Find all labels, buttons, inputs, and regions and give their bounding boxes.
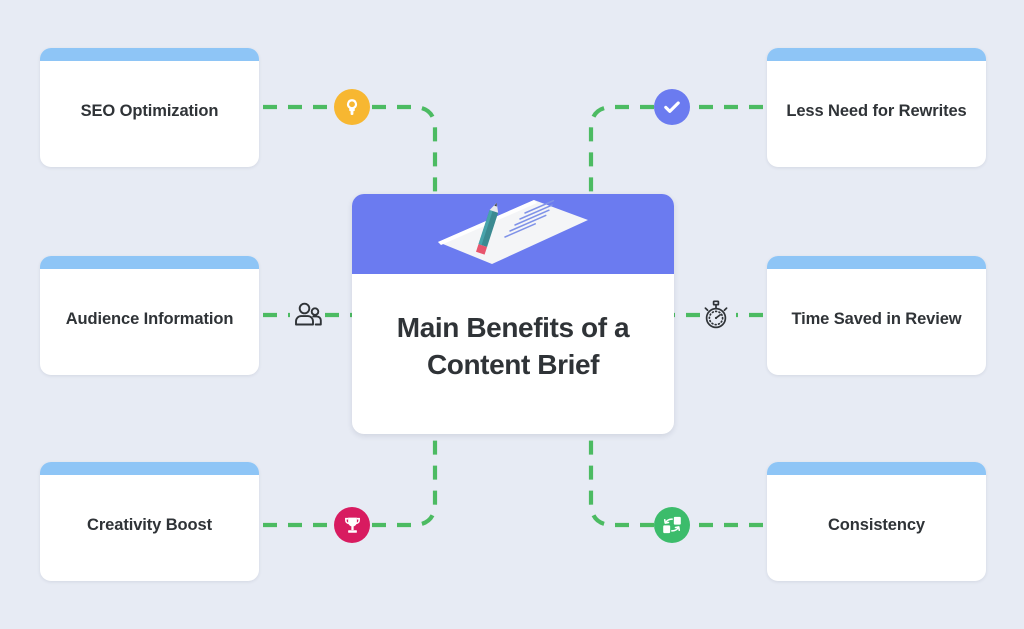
card-accent-strip [767,48,986,61]
connector-less-need-for-rewrites-tail [588,104,654,196]
branch-card-label: Creativity Boost [87,515,212,534]
trophy-glyph [344,517,360,533]
sync-documents-glyph [663,516,681,534]
sync-documents-icon[interactable] [654,507,690,543]
connector-seo-optimization-tail [372,104,438,196]
connector-consistency-tail [588,434,654,528]
lightbulb-icon[interactable] [334,89,370,125]
card-accent-strip [40,48,259,61]
center-card-hero [352,194,674,274]
people-glyph [295,302,322,326]
mindmap-canvas: SEO Optimization Audience Information Cr… [0,0,1024,629]
trophy-icon[interactable] [334,507,370,543]
center-card[interactable]: Main Benefits of a Content Brief [352,194,674,434]
lightbulb-glyph [346,99,358,115]
people-icon[interactable] [290,297,326,333]
stopwatch-glyph [704,300,728,329]
check-glyph [664,101,680,113]
branch-card-label: Audience Information [65,309,234,328]
branch-card-label: Time Saved in Review [791,309,962,328]
center-card-title: Main Benefits of a Content Brief [396,312,630,380]
connector-creativity-boost-tail [372,434,438,528]
branch-card-audience-information[interactable]: Audience Information [40,256,259,375]
card-accent-strip [767,462,986,475]
card-accent-strip [767,256,986,269]
branch-card-consistency[interactable]: Consistency [767,462,986,581]
paper-and-pencil-icon [438,199,588,264]
card-accent-strip [40,256,259,269]
branch-card-time-saved-in-review[interactable]: Time Saved in Review [767,256,986,375]
stopwatch-icon[interactable] [698,297,734,333]
branch-card-less-need-for-rewrites[interactable]: Less Need for Rewrites [767,48,986,167]
check-circle-icon[interactable] [654,89,690,125]
card-accent-strip [40,462,259,475]
branch-card-creativity-boost[interactable]: Creativity Boost [40,462,259,581]
branch-card-label: SEO Optimization [80,101,219,120]
branch-card-seo-optimization[interactable]: SEO Optimization [40,48,259,167]
branch-card-label: Consistency [827,515,925,534]
branch-card-label: Less Need for Rewrites [786,101,967,120]
